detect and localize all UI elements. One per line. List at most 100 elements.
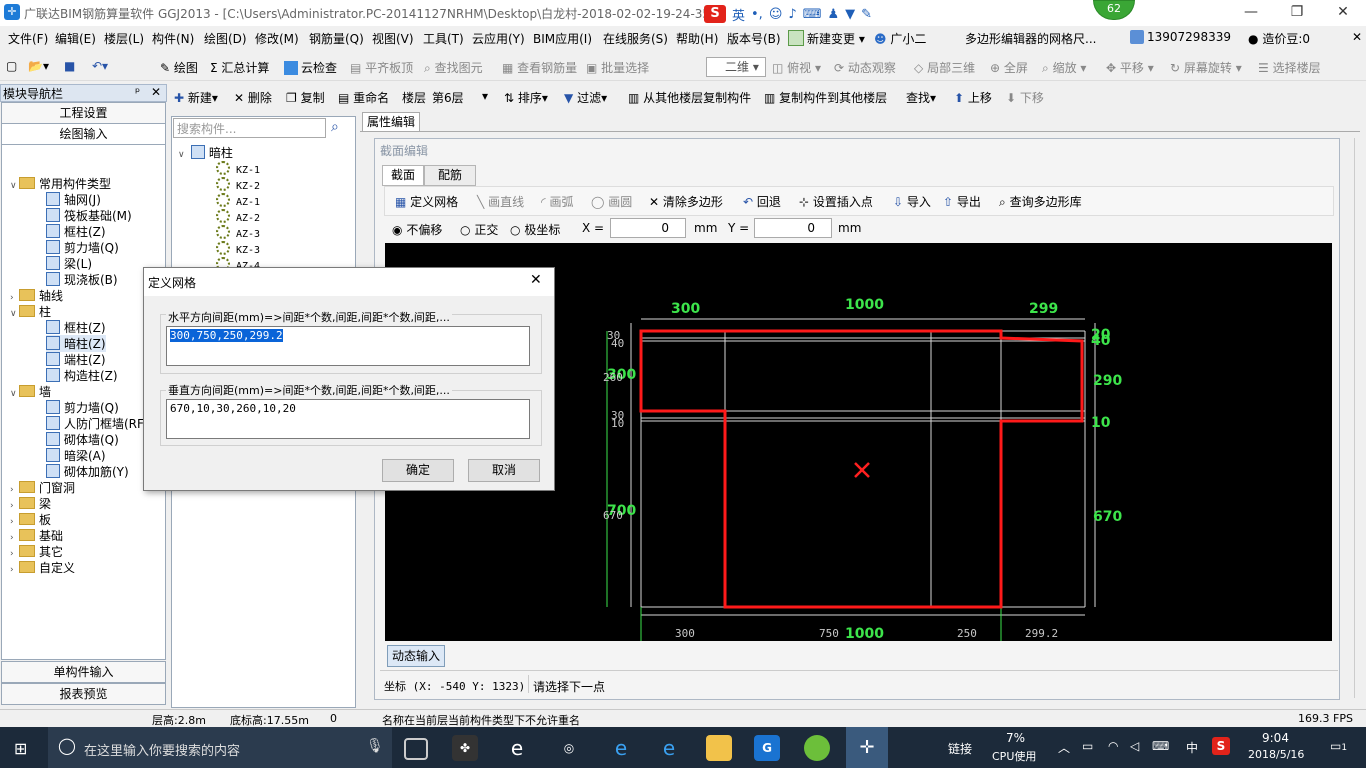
ime-voice-icon[interactable]: ♪ <box>788 7 796 22</box>
vertical-spacing-input[interactable]: 670,10,30,260,10,20 <box>166 399 530 439</box>
file-explorer-icon[interactable] <box>706 735 732 761</box>
tree-item-shear-wall-2[interactable]: 剪力墙(Q) <box>46 399 119 416</box>
list-item[interactable]: KZ-2 <box>216 177 260 192</box>
menu-cloud[interactable]: 云应用(Y) <box>472 30 525 47</box>
menu-account[interactable]: 13907298339 <box>1130 30 1231 44</box>
export-button[interactable]: ⇧ 导出 <box>943 193 981 210</box>
tree-item-masonry-rebar[interactable]: 砌体加筋(Y) <box>46 463 129 480</box>
copy-from-floor-button[interactable]: ▥ 从其他楼层复制构件 <box>628 89 751 106</box>
browser-icon[interactable]: ◎ <box>556 735 582 761</box>
fullscreen-button[interactable]: ⊕ 全屏 <box>990 59 1028 76</box>
single-component-input-button[interactable]: 单构件输入 <box>1 661 166 683</box>
tree-group-other[interactable]: › 其它 <box>10 543 63 560</box>
ime-tools-icon[interactable]: ✎ <box>861 7 872 22</box>
tree-group-column[interactable]: ∨ 柱 <box>10 303 51 320</box>
menu-view[interactable]: 视图(V) <box>372 30 414 47</box>
x-input[interactable]: 0 <box>610 218 686 238</box>
tree-item-shear-wall[interactable]: 剪力墙(Q) <box>46 239 119 256</box>
copy-button[interactable]: ❐ 复制 <box>286 89 325 106</box>
ime-punct-icon[interactable]: •, <box>751 7 763 22</box>
local-3d-button[interactable]: ◇ 局部三维 <box>914 59 975 76</box>
tree-item-cast-slab[interactable]: 现浇板(B) <box>46 271 118 288</box>
notification-badge[interactable]: 62 <box>1093 0 1135 20</box>
ime-toolbar[interactable]: S 英 •, ☺ ♪ ⌨ ♟ ▼ ✎ <box>704 4 873 24</box>
tab-rebar-config[interactable]: 配筋 <box>424 165 476 186</box>
list-item[interactable]: AZ-1 <box>216 193 260 208</box>
set-insert-point-button[interactable]: ⊹ 设置插入点 <box>799 193 873 210</box>
dynamic-input-button[interactable]: 动态输入 <box>387 645 445 667</box>
floor-select[interactable]: 第6层 ▾ <box>432 89 492 106</box>
mode-no-offset-radio[interactable]: ◉ 不偏移 <box>392 221 442 238</box>
list-item[interactable]: AZ-3 <box>216 225 260 240</box>
tab-attribute-edit[interactable]: 属性编辑 <box>362 112 420 132</box>
project-settings-button[interactable]: 工程设置 <box>1 102 166 124</box>
rename-button[interactable]: ▤ 重命名 <box>338 89 389 106</box>
ie-icon[interactable]: e <box>504 735 530 761</box>
tree-group-foundation[interactable]: › 基础 <box>10 527 63 544</box>
tree-item-civil-defense-wall[interactable]: 人防门框墙(RF) <box>46 415 149 432</box>
menu-help[interactable]: 帮助(H) <box>676 30 718 47</box>
menu-tools[interactable]: 工具(T) <box>423 30 464 47</box>
ok-button[interactable]: 确定 <box>382 459 454 482</box>
tray-language[interactable]: 中 <box>1186 739 1198 756</box>
save-icon[interactable]: ■ <box>64 59 75 73</box>
menu-online[interactable]: 在线服务(S) <box>603 30 668 47</box>
glodon-active-icon[interactable]: ✛ <box>846 727 888 768</box>
menu-file[interactable]: 文件(F) <box>8 30 48 47</box>
tree-item-hidden-column[interactable]: 暗柱(Z) <box>46 335 106 352</box>
tree-group-beam[interactable]: › 梁 <box>10 495 51 512</box>
ime-emoji-icon[interactable]: ☺ <box>769 7 783 22</box>
windows-start-icon[interactable]: ⊞ <box>14 739 27 758</box>
microphone-icon[interactable]: 🎙 <box>366 738 384 754</box>
batch-select-button[interactable]: ▣ 批量选择 <box>586 59 649 76</box>
draw-circle-button[interactable]: ◯ 画圆 <box>591 193 632 210</box>
panel-close-icon[interactable]: ✕ <box>151 85 161 99</box>
open-file-icon[interactable]: 📂▾ <box>28 59 49 73</box>
action-center-icon[interactable]: ▭1 <box>1330 739 1347 753</box>
tree-group-openings[interactable]: › 门窗洞 <box>10 479 75 496</box>
tree-item-axis-grid[interactable]: 轴网(J) <box>46 191 101 208</box>
menu-new-change[interactable]: 新建变更 ▾ <box>788 30 865 47</box>
tree-group-common[interactable]: ∨ 常用构件类型 <box>10 175 111 192</box>
find-button[interactable]: 查找▾ <box>906 89 936 106</box>
fan-app-icon[interactable]: ✤ <box>452 735 478 761</box>
tree-item-raft[interactable]: 筏板基础(M) <box>46 207 132 224</box>
dynamic-orbit-button[interactable]: ⟳ 动态观察 <box>834 59 896 76</box>
tree-group-slab[interactable]: › 板 <box>10 511 51 528</box>
move-down-button[interactable]: ⬇ 下移 <box>1006 89 1044 106</box>
list-root-hidden-column[interactable]: ∨ 暗柱 <box>178 144 233 161</box>
menu-edit[interactable]: 编辑(E) <box>55 30 96 47</box>
vertical-scrollbar[interactable] <box>1354 138 1365 698</box>
tray-link[interactable]: 链接 <box>948 740 972 757</box>
clock-date[interactable]: 2018/5/16 <box>1248 748 1304 761</box>
zoom-button[interactable]: ⌕ 缩放 ▾ <box>1042 59 1086 76</box>
mode-polar-radio[interactable]: ○ 极坐标 <box>510 221 560 238</box>
menu-bim[interactable]: BIM应用(I) <box>533 30 592 47</box>
filter-button[interactable]: ▼ 过滤▾ <box>564 89 607 106</box>
find-element-button[interactable]: ⌕ 查找图元 <box>424 59 483 76</box>
view-mode-select[interactable]: 二维 ▾ <box>706 57 766 77</box>
drawing-input-button[interactable]: 绘图输入 <box>1 123 166 145</box>
menu-assistant[interactable]: ☻ 广小二 <box>874 30 926 47</box>
undo-step-button[interactable]: ↶ 回退 <box>743 193 781 210</box>
query-polygon-library-button[interactable]: ⌕ 查询多边形库 <box>999 193 1082 210</box>
tree-item-end-column[interactable]: 端柱(Z) <box>46 351 106 368</box>
clear-polygon-button[interactable]: ✕ 清除多边形 <box>649 193 723 210</box>
tree-item-constructional-column[interactable]: 构造柱(Z) <box>46 367 118 384</box>
list-item[interactable]: KZ-1 <box>216 161 260 176</box>
view-rebar-button[interactable]: ▦ 查看钢筋量 <box>502 59 577 76</box>
menu-rebar[interactable]: 钢筋量(Q) <box>309 30 364 47</box>
tree-item-hidden-beam[interactable]: 暗梁(A) <box>46 447 106 464</box>
menu-modify[interactable]: 修改(M) <box>255 30 299 47</box>
ime-skin-icon[interactable]: ▼ <box>845 7 855 22</box>
tray-volume-icon[interactable]: ◁ <box>1130 739 1139 753</box>
tree-group-axis[interactable]: › 轴线 <box>10 287 63 304</box>
top-view-button[interactable]: ◫ 俯视 ▾ <box>772 59 821 76</box>
ime-keyboard-icon[interactable]: ⌨ <box>803 7 822 22</box>
ie-icon-2[interactable]: e <box>656 735 682 761</box>
new-file-icon[interactable]: ▢ <box>6 59 17 73</box>
tree-item-masonry-wall[interactable]: 砌体墙(Q) <box>46 431 119 448</box>
copy-to-floor-button[interactable]: ▥ 复制构件到其他楼层 <box>764 89 887 106</box>
mode-orthogonal-radio[interactable]: ○ 正交 <box>460 221 498 238</box>
tree-item-frame-column-2[interactable]: 框柱(Z) <box>46 319 106 336</box>
